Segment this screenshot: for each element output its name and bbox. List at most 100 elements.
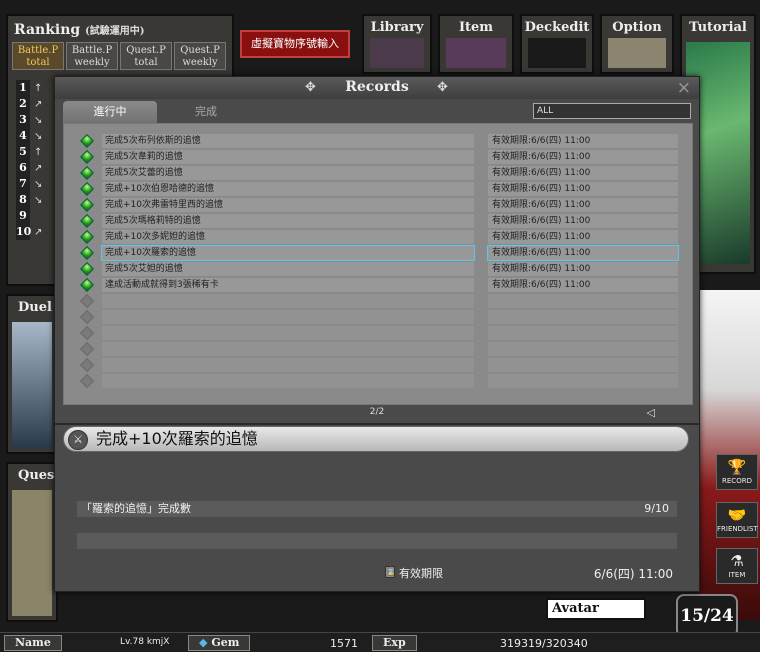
record-row[interactable]: 完成+10次羅索的追憶 有效期限:6/6(四) 11:00 [64, 245, 692, 261]
tab-completed[interactable]: 完成 [159, 101, 253, 123]
deckedit-thumb [528, 38, 586, 68]
duel-panel[interactable]: Duel [6, 294, 58, 454]
gem-icon [79, 213, 95, 229]
library-thumb [370, 38, 424, 68]
name-label: Name [4, 635, 62, 651]
potion-icon: ⚗ [730, 552, 744, 570]
option-label: Option [612, 20, 662, 35]
empty-record-row [64, 325, 692, 341]
record-row[interactable]: 完成5次艾蕾的追憶 有效期限:6/6(四) 11:00 [64, 165, 692, 181]
empty-record-row [64, 293, 692, 309]
close-button[interactable]: × [677, 78, 691, 98]
rank-row[interactable]: 10 ↗ [16, 224, 56, 240]
record-name: 完成+10次弗雷特里西的追憶 [102, 198, 474, 212]
quest-art [12, 490, 52, 616]
deckedit-button[interactable]: Deckedit [520, 14, 594, 74]
tab-quest-total[interactable]: Quest.P total [120, 42, 172, 70]
sword-icon: ⚔ [68, 430, 88, 450]
record-row[interactable]: 完成5次韋莉的追憶 有效期限:6/6(四) 11:00 [64, 149, 692, 165]
record-expiry [488, 374, 678, 388]
record-expiry: 有效期限:6/6(四) 11:00 [488, 278, 678, 292]
record-expiry: 有效期限:6/6(四) 11:00 [488, 134, 678, 148]
ranking-tabs: Battle.P total Battle.P weekly Quest.P tota… [12, 42, 226, 70]
gem-icon [79, 293, 95, 309]
status-bar: Name Lv.78 kmjX ◆ Gem 1571 Exp 319319/32… [0, 632, 760, 652]
prev-page-icon[interactable]: ◁ [647, 406, 655, 419]
record-row[interactable]: 完成+10次弗雷特里西的追憶 有效期限:6/6(四) 11:00 [64, 197, 692, 213]
friendlist-button[interactable]: 🤝 FRIENDLIST [716, 502, 758, 538]
filter-select[interactable]: ALL [533, 103, 691, 119]
rank-row[interactable]: 9 [16, 208, 56, 224]
item-side-button[interactable]: ⚗ ITEM [716, 548, 758, 584]
item-label: Item [458, 20, 494, 35]
progress-value: 9/10 [644, 502, 669, 515]
record-button[interactable]: 🏆 RECORD [716, 454, 758, 490]
gem-icon [79, 165, 95, 181]
rank-row[interactable]: 6 ↗ [16, 160, 56, 176]
ranking-title: Ranking (試驗運用中) [14, 22, 145, 38]
rank-row[interactable]: 5 ↑ [16, 144, 56, 160]
record-name [102, 310, 474, 324]
trophy-icon: 🏆 [727, 458, 747, 476]
detail-title: 完成+10次羅索的追憶 [96, 429, 258, 448]
rank-row[interactable]: 4 ↘ [16, 128, 56, 144]
exp-value: 319319/320340 [500, 637, 588, 650]
tab-battle-weekly[interactable]: Battle.P weekly [66, 42, 118, 70]
avatar-button[interactable]: Avatar [546, 598, 646, 620]
modal-title: Records [345, 79, 409, 95]
record-expiry: 有效期限:6/6(四) 11:00 [488, 262, 678, 276]
gem-icon [79, 149, 95, 165]
record-expiry: 有效期限:6/6(四) 11:00 [488, 198, 678, 212]
rank-row[interactable]: 7 ↘ [16, 176, 56, 192]
library-label: Library [370, 20, 424, 35]
tab-battle-total[interactable]: Battle.P total [12, 42, 64, 70]
hourglass-icon: ⌛ [385, 566, 396, 578]
divider [55, 423, 699, 425]
quest-panel[interactable]: Quest [6, 462, 60, 622]
record-row[interactable]: 完成5次布列依斯的追憶 有效期限:6/6(四) 11:00 [64, 133, 692, 149]
tutorial-label: Tutorial [689, 20, 747, 35]
friendlist-label: FRIENDLIST [717, 525, 758, 533]
item-button[interactable]: Item [438, 14, 514, 74]
gem-value: 1571 [330, 637, 358, 650]
record-name [102, 374, 474, 388]
record-name: 完成5次韋莉的追憶 [102, 150, 474, 164]
record-expiry [488, 310, 678, 324]
item-side-label: ITEM [728, 571, 746, 579]
record-row[interactable]: 達成活動成就得到3張稀有卡 有效期限:6/6(四) 11:00 [64, 277, 692, 293]
expiry-label: 有效期限 [399, 567, 443, 580]
deckedit-label: Deckedit [524, 20, 590, 35]
expiry-value: 6/6(四) 11:00 [593, 567, 673, 581]
record-row[interactable]: 完成+10次多妮妲的追憶 有效期限:6/6(四) 11:00 [64, 229, 692, 245]
empty-record-row [64, 373, 692, 389]
record-name [102, 342, 474, 356]
page-indicator: 2/2 [369, 407, 385, 417]
library-button[interactable]: Library [362, 14, 432, 74]
rank-row[interactable]: 3 ↘ [16, 112, 56, 128]
record-expiry: 有效期限:6/6(四) 11:00 [488, 230, 678, 244]
record-row[interactable]: 完成+10次伯恩哈德的追憶 有效期限:6/6(四) 11:00 [64, 181, 692, 197]
record-name: 達成活動成就得到3張稀有卡 [102, 278, 474, 292]
record-name: 完成5次艾妲的追憶 [102, 262, 474, 276]
record-expiry: 有效期限:6/6(四) 11:00 [488, 214, 678, 228]
gem-icon [79, 229, 95, 245]
record-name: 完成+10次伯恩哈德的追憶 [102, 182, 474, 196]
rank-row[interactable]: 1 ↑ [16, 80, 56, 96]
record-name: 完成+10次羅索的追憶 [101, 245, 475, 261]
rank-row[interactable]: 8 ↘ [16, 192, 56, 208]
record-expiry: 有效期限:6/6(四) 11:00 [487, 245, 679, 261]
option-button[interactable]: Option [600, 14, 674, 74]
record-row[interactable]: 完成5次艾妲的追憶 有效期限:6/6(四) 11:00 [64, 261, 692, 277]
rank-row[interactable]: 2 ↗ [16, 96, 56, 112]
gem-icon [79, 181, 95, 197]
empty-record-row [64, 309, 692, 325]
empty-detail-row [77, 533, 677, 549]
tab-in-progress[interactable]: 進行中 [63, 101, 157, 123]
record-row[interactable]: 完成5次瑪格莉特的追憶 有效期限:6/6(四) 11:00 [64, 213, 692, 229]
tab-quest-weekly[interactable]: Quest.P weekly [174, 42, 226, 70]
redeem-code-button[interactable]: 虛擬寶物序號輸入 [240, 30, 350, 58]
gem-icon: ◆ [199, 636, 208, 649]
record-name: 完成5次艾蕾的追憶 [102, 166, 474, 180]
records-modal: ✥ Records ✥ × 進行中 完成 ALL 完成5次布列依斯的追憶 有效期限… [54, 76, 700, 592]
gem-icon [79, 325, 95, 341]
